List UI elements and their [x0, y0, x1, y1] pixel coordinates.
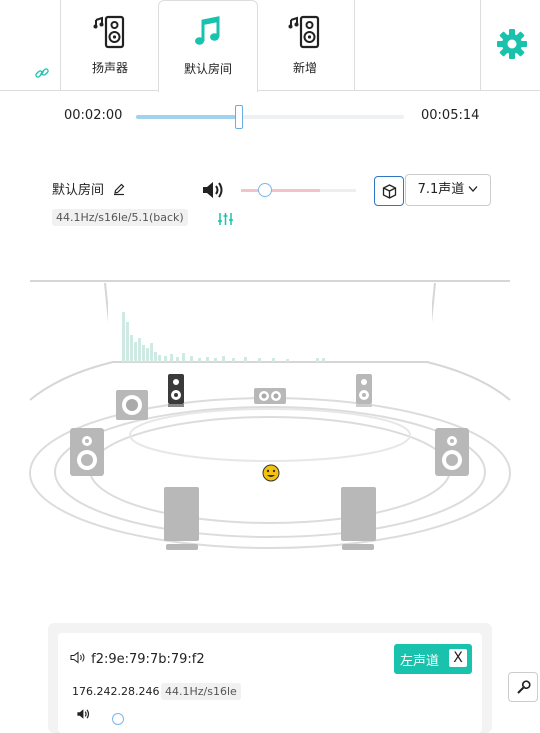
device-mac: f2:9e:79:7b:79:f2: [70, 651, 205, 667]
room-visualization: [29, 280, 511, 550]
room-format-badge: 44.1Hz/s16le/5.1(back): [52, 209, 188, 226]
speaker-center-icon[interactable]: [254, 388, 286, 404]
device-format-badge: 44.1Hz/s16le: [161, 683, 241, 700]
device-volume-handle[interactable]: [112, 713, 124, 725]
room-name: 默认房间: [52, 179, 126, 198]
speaker-rear-right-icon[interactable]: [341, 487, 376, 550]
speaker-top-right-icon[interactable]: [356, 374, 372, 407]
device-ip: 176.242.28.246: [72, 685, 160, 698]
speaker-side-left-icon[interactable]: [70, 428, 104, 476]
wrench-icon: [517, 680, 531, 694]
speaker-front-left-icon[interactable]: [116, 390, 148, 420]
volume-handle[interactable]: [258, 183, 272, 197]
total-time: 00:05:14: [421, 108, 480, 123]
volume-fill: [241, 189, 321, 192]
volume-slider[interactable]: [241, 183, 356, 197]
edit-icon[interactable]: [112, 182, 126, 196]
tab-default-room-label: 默认房间: [183, 62, 232, 76]
progress-fill: [136, 115, 238, 119]
speaker-side-right-icon[interactable]: [435, 428, 469, 476]
channel-mode-select[interactable]: 7.1声道: [405, 174, 491, 206]
equalizer-icon[interactable]: [217, 212, 234, 226]
tab-bar: 扬声器 默认房间 新增: [0, 0, 540, 92]
speaker-rear-left-icon[interactable]: [164, 487, 199, 550]
chevron-down-icon: [468, 186, 478, 192]
settings-button[interactable]: [480, 0, 540, 90]
channel-mode-value: 7.1声道: [417, 182, 465, 197]
tab-default-room[interactable]: 默认房间: [158, 0, 258, 92]
screen-panel: [108, 285, 432, 361]
tab-speakers-label: 扬声器: [91, 61, 128, 75]
room-name-text: 默认房间: [52, 183, 105, 198]
progress-slider[interactable]: [136, 105, 404, 129]
remove-channel-button[interactable]: X: [449, 649, 467, 667]
device-volume-icon[interactable]: [71, 708, 97, 720]
tools-button[interactable]: [508, 672, 538, 702]
channel-assignment-label: 左声道: [400, 654, 440, 669]
3d-view-button[interactable]: [374, 176, 404, 206]
device-mac-text: f2:9e:79:7b:79:f2: [91, 652, 205, 667]
speaker-top-left-icon[interactable]: [168, 374, 184, 407]
link-icon: [35, 68, 49, 78]
cube-icon: [382, 184, 397, 199]
link-button[interactable]: [0, 0, 60, 90]
listener-icon: [262, 464, 280, 482]
speaker-icon: [93, 15, 125, 49]
speaker-outline-icon: [70, 651, 85, 664]
tab-new-label: 新增: [292, 61, 317, 75]
speaker-icon: [288, 15, 320, 49]
current-time: 00:02:00: [64, 108, 123, 123]
progress-handle[interactable]: [234, 105, 243, 129]
tab-new[interactable]: 新增: [256, 0, 355, 90]
gear-icon: [497, 29, 527, 59]
volume-icon[interactable]: [201, 180, 227, 200]
channel-assignment[interactable]: 左声道 X: [394, 644, 472, 674]
tab-speakers[interactable]: 扬声器: [60, 0, 159, 90]
music-note-icon: [195, 16, 220, 45]
